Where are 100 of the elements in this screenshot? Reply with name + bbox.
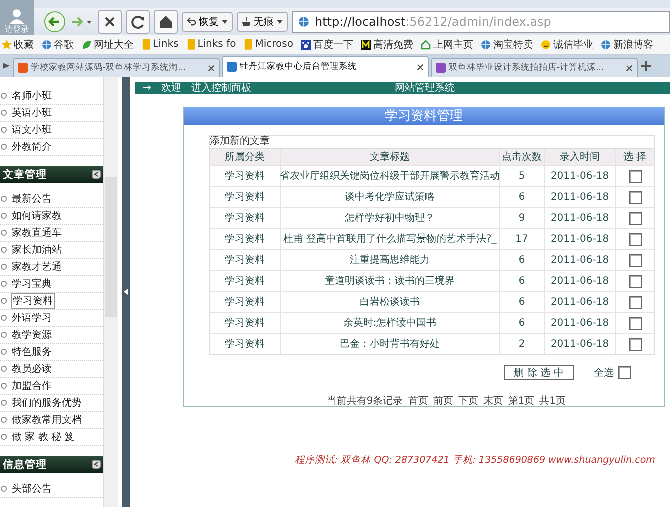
table-cell: 6 [500,187,545,207]
bullet-icon [1,349,7,355]
bookmark[interactable]: 高清免费 [361,38,414,52]
globe-icon [481,40,492,50]
undo-icon [187,17,196,26]
checkbox[interactable] [628,190,642,204]
close-icon[interactable] [208,64,215,72]
checkbox[interactable] [618,366,631,379]
checkbox[interactable] [628,232,642,246]
column-header: 所属分类 [210,149,281,165]
pagination-link[interactable]: 首页 [408,394,428,408]
pagination-link[interactable]: 下页 [458,394,478,408]
caret-icon [277,20,283,24]
welcome-link[interactable]: 欢迎 [161,81,182,95]
pagination-link[interactable]: 前页 [433,394,454,408]
table-cell: 2011-06-18 [545,334,616,354]
table-cell: 17 [500,229,545,249]
checkbox[interactable] [628,316,642,330]
add-article-link[interactable]: 添加新的文章 [210,136,270,147]
table-cell: 9 [500,208,545,228]
plus-icon[interactable] [640,60,652,72]
checkbox[interactable] [628,254,642,266]
paw-icon [301,40,312,50]
browser-tab[interactable]: 牡丹江家教中心后台管理系统 [222,56,429,77]
table-cell: 巴金：小时背书有好处 [281,334,500,354]
table-cell: 学习资料 [210,250,281,270]
back-icon[interactable] [44,10,66,32]
table-cell: 学习资料 [210,208,281,228]
column-header: 点击次数 [500,149,545,165]
select-all-label: 全选 [594,366,614,380]
checkbox[interactable] [628,170,642,182]
pagination-link[interactable]: 共1页 [540,394,566,408]
browser-tab[interactable]: 双鱼林毕业设计系统拍拍店-计算机源... [431,58,638,77]
section-header[interactable]: 信息管理 [0,456,104,473]
smiley-icon [541,40,552,50]
table-cell: 注重提高思维能力 [281,250,500,270]
bookmark[interactable]: Microso [244,39,294,50]
table-cell: 6 [500,271,545,291]
control-panel-link[interactable]: 进入控制面板 [191,81,252,95]
incognito-button[interactable]: 无痕 [237,12,288,32]
bookmark[interactable]: 收藏 [2,38,34,52]
bullet-icon [1,247,7,253]
collapse-icon [92,460,102,469]
browser-tab[interactable]: 学校家教网站源码-双鱼林学习系统淘... [13,58,220,77]
bullet-icon [1,486,7,492]
checkbox[interactable] [628,274,642,288]
arrow-icon [124,289,128,295]
star-icon [2,40,12,50]
collapse-icon [92,170,102,179]
bookmark[interactable]: Links [142,39,179,50]
pagination-link[interactable]: 第1页 [508,394,535,408]
checkbox[interactable] [628,212,642,224]
scrollbar[interactable] [103,77,118,507]
site-title: 网站管理系统 [395,82,455,95]
table-cell: 2011-06-18 [545,271,616,291]
table-cell: 2011-06-18 [545,313,616,333]
bookmark[interactable]: 诚信毕业 [541,38,594,52]
delete-selected-button[interactable]: 删 除 选 中 [504,365,574,380]
arrow-glyph: → [143,82,152,94]
arrow-icon[interactable] [3,62,11,70]
bullet-icon [1,144,7,150]
bookmark[interactable]: 上网主页 [421,38,474,52]
close-icon[interactable] [626,64,633,72]
table-cell: 2011-06-18 [545,250,616,270]
home-icon[interactable] [154,10,178,34]
table-cell: 学习资料 [210,313,281,333]
globe-icon [601,40,612,50]
pagination-link[interactable]: 末页 [483,394,504,408]
bullet-icon [1,110,7,116]
bookmark[interactable]: 谷歌 [42,38,74,52]
bullet-icon [1,332,7,338]
bookmark[interactable]: 新浪博客 [601,38,654,52]
caret-icon [222,20,228,24]
bullet-icon [1,400,7,406]
bullet-icon [1,315,7,321]
checkbox[interactable] [628,296,642,308]
close-icon[interactable] [417,64,424,70]
bookmark[interactable]: Links fo [186,39,236,50]
section-header[interactable]: 文章管理 [0,166,104,183]
address-field[interactable]: http://localhost:56212/admin/index.asp [292,10,670,32]
folder-icon [142,39,151,50]
broom-icon [242,17,251,26]
close-icon[interactable] [98,10,122,34]
table-cell: 5 [500,166,545,186]
record-count: 当前共有9条记录 [326,394,404,408]
footer-text: 程序测试: 双鱼林 QQ: 287307421 手机: 13558690869 www.shuangyulin.com [295,454,656,467]
bookmark[interactable]: 网址大全 [82,38,134,52]
table-cell: 2011-06-18 [545,229,616,249]
restore-button[interactable]: 恢复 [182,12,233,32]
sidebar-item[interactable]: 学习资料 [0,293,104,310]
bookmark[interactable]: 淘宝特卖 [481,38,534,52]
folder-icon [244,39,254,50]
table-cell: 学习资料 [210,292,281,312]
folder-icon [186,39,196,50]
table-cell: 6 [500,250,545,270]
refresh-icon[interactable] [126,10,150,34]
house-icon [421,40,432,50]
bookmark[interactable]: 百度一下 [301,38,354,52]
checkbox[interactable] [628,338,642,350]
leaf-icon [82,40,92,50]
